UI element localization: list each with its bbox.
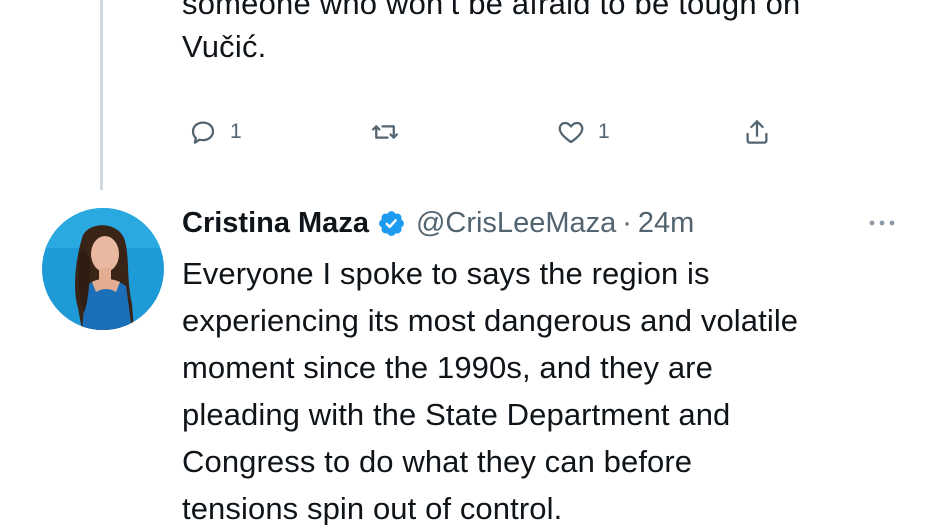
tweet-text-line: moment since the 1990s, and they are bbox=[182, 350, 713, 385]
previous-tweet-text: someone who won’t be afraid to be tough … bbox=[182, 0, 912, 68]
previous-tweet-line: Vučić. bbox=[182, 29, 267, 64]
avatar[interactable] bbox=[42, 208, 164, 330]
tweet-text-line: pleading with the State Department and bbox=[182, 397, 731, 432]
reply-count: 1 bbox=[230, 120, 242, 143]
more-options-icon bbox=[867, 218, 897, 228]
author-handle[interactable]: @CrisLeeMaza bbox=[416, 207, 616, 240]
heart-icon bbox=[556, 117, 586, 147]
thread-connector-line bbox=[100, 0, 103, 190]
timeline: someone who won’t be afraid to be tough … bbox=[0, 0, 930, 525]
like-count: 1 bbox=[598, 120, 610, 143]
tweet-text: Everyone I spoke to says the region is e… bbox=[182, 250, 912, 525]
tweet-header: Cristina Maza @CrisLeeMaza · 24m bbox=[182, 200, 694, 246]
previous-tweet-line: someone who won’t be afraid to be tough … bbox=[182, 0, 801, 21]
share-icon bbox=[742, 117, 772, 147]
tweet-text-line: tensions spin out of control. bbox=[182, 491, 563, 525]
share-button[interactable] bbox=[742, 112, 772, 152]
tweet-actions-bar: 1 1 bbox=[182, 112, 802, 152]
tweet-text-line: experiencing its most dangerous and vola… bbox=[182, 303, 799, 338]
like-button[interactable]: 1 bbox=[556, 112, 610, 152]
verified-badge-icon bbox=[377, 209, 406, 238]
header-separator: · bbox=[622, 206, 632, 239]
retweet-icon bbox=[370, 117, 400, 147]
tweet-text-line: Everyone I spoke to says the region is bbox=[182, 256, 710, 291]
reply-icon bbox=[188, 117, 218, 147]
more-options-button[interactable] bbox=[862, 208, 902, 238]
tweet-timestamp[interactable]: 24m bbox=[638, 207, 694, 240]
tweet-text-line: Congress to do what they can before bbox=[182, 444, 693, 479]
retweet-button[interactable] bbox=[370, 112, 400, 152]
reply-button[interactable]: 1 bbox=[188, 112, 242, 152]
author-display-name[interactable]: Cristina Maza bbox=[182, 207, 369, 240]
